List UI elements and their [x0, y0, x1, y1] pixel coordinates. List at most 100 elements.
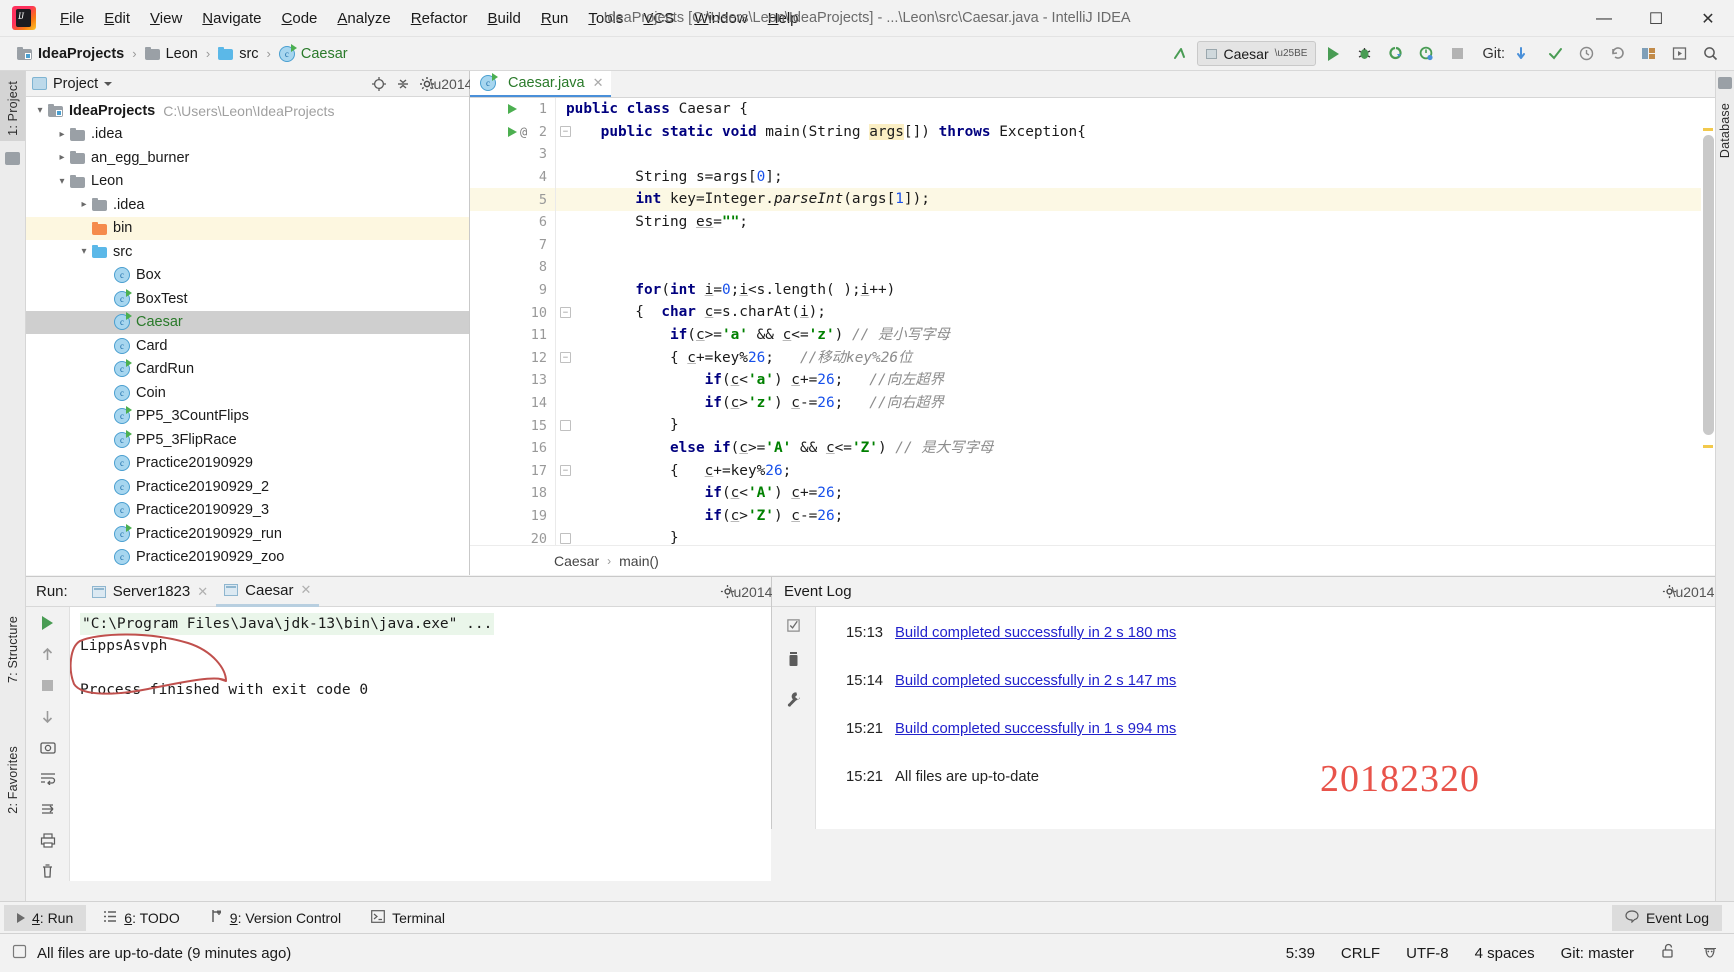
- code-line[interactable]: String es="";: [556, 211, 1715, 234]
- toolwindow-todo[interactable]: 6: TODO: [90, 905, 193, 931]
- tree-item--idea[interactable]: ▸ .idea: [26, 193, 469, 217]
- breadcrumb-item-src[interactable]: src: [213, 44, 263, 64]
- gutter-line[interactable]: 12−: [470, 347, 571, 370]
- down-arrow-icon[interactable]: [35, 706, 61, 726]
- caret-position[interactable]: 5:39: [1286, 945, 1315, 962]
- tree-item-src[interactable]: ▾ src: [26, 240, 469, 264]
- code-line[interactable]: if(c>='a' && c<='z') // 是小写字母: [556, 324, 1715, 347]
- toolwindow-version-control[interactable]: 9: Version Control: [197, 905, 354, 931]
- code-content[interactable]: public class Caesar { public static void…: [556, 98, 1715, 575]
- tree-item-practice20190929-run[interactable]: c Practice20190929_run: [26, 522, 469, 546]
- tree-item-caesar[interactable]: c Caesar: [26, 310, 469, 334]
- tree-item--idea[interactable]: ▸ .idea: [26, 123, 469, 147]
- run-configuration-selector[interactable]: Caesar \u25BE: [1197, 41, 1317, 66]
- chevron-down-icon[interactable]: ▾: [76, 246, 92, 257]
- menu-item-code[interactable]: Code: [272, 6, 328, 31]
- menu-item-vcs[interactable]: VCS: [633, 6, 684, 31]
- stop-button[interactable]: [1443, 41, 1471, 67]
- update-project-button[interactable]: [1510, 41, 1538, 67]
- wrench-icon[interactable]: [781, 689, 807, 709]
- menu-item-navigate[interactable]: Navigate: [192, 6, 271, 31]
- chevron-down-icon[interactable]: ▾: [54, 176, 70, 187]
- file-encoding[interactable]: UTF-8: [1406, 945, 1449, 962]
- gutter-line[interactable]: 8: [470, 256, 555, 279]
- mark-read-icon[interactable]: [781, 615, 807, 635]
- warning-marker[interactable]: [1703, 445, 1713, 448]
- scroll-to-end-icon[interactable]: [35, 799, 61, 819]
- code-line[interactable]: public static void main(String args[]) t…: [556, 121, 1715, 144]
- warning-marker[interactable]: [1703, 128, 1713, 131]
- run-with-coverage-button[interactable]: [1381, 41, 1409, 67]
- tree-item-ideaprojects[interactable]: ▾ IdeaProjects C:\Users\Leon\IdeaProjects: [26, 99, 469, 123]
- menu-item-refactor[interactable]: Refactor: [401, 6, 478, 31]
- chevron-down-icon[interactable]: [104, 81, 113, 86]
- unlocked-icon[interactable]: [1660, 943, 1676, 963]
- menu-item-run[interactable]: Run: [531, 6, 579, 31]
- back-arrow-icon[interactable]: [1166, 41, 1194, 67]
- code-line[interactable]: [556, 256, 1715, 279]
- menu-item-edit[interactable]: Edit: [94, 6, 140, 31]
- menu-item-file[interactable]: File: [50, 6, 94, 31]
- sidebar-item-favorites[interactable]: 2: Favorites: [0, 741, 25, 819]
- code-line[interactable]: for(int i=0;i<s.length( );i++): [556, 279, 1715, 302]
- tree-item-an-egg-burner[interactable]: ▸ an_egg_burner: [26, 146, 469, 170]
- code-line[interactable]: { c+=key%26;: [556, 460, 1715, 483]
- code-editor[interactable]: 1 @2−3 4 5 6 7 8 9 10−11 12−13 14 15 16 17−18 19 20 pub…: [470, 98, 1715, 575]
- gutter-line[interactable]: 7: [470, 234, 555, 257]
- hide-panel-icon[interactable]: \u2014: [730, 581, 773, 603]
- layout-button[interactable]: [1665, 41, 1693, 67]
- run-tab-caesar[interactable]: Caesar ✕: [216, 577, 320, 607]
- soft-wrap-icon[interactable]: [35, 768, 61, 788]
- code-line[interactable]: if(c>'Z') c-=26;: [556, 505, 1715, 528]
- editor-vertical-scrollbar[interactable]: [1703, 135, 1714, 435]
- debug-button[interactable]: [1350, 41, 1378, 67]
- rollback-button[interactable]: [1603, 41, 1631, 67]
- gutter-line[interactable]: 19: [470, 505, 555, 528]
- print-icon[interactable]: [35, 830, 61, 850]
- breadcrumb-class[interactable]: Caesar: [554, 553, 599, 569]
- event-link[interactable]: Build completed successfully in 1 s 994 …: [895, 721, 1176, 737]
- toolwindow-terminal[interactable]: Terminal: [358, 905, 458, 931]
- maximize-button[interactable]: ☐: [1630, 0, 1682, 37]
- settings-button[interactable]: [1634, 41, 1662, 67]
- git-branch[interactable]: Git: master: [1561, 945, 1634, 962]
- menu-item-tools[interactable]: Tools: [578, 6, 633, 31]
- camera-icon[interactable]: [35, 737, 61, 757]
- tree-item-box[interactable]: c Box: [26, 264, 469, 288]
- indent-setting[interactable]: 4 spaces: [1475, 945, 1535, 962]
- menu-item-analyze[interactable]: Analyze: [327, 6, 400, 31]
- profiler-button[interactable]: [1412, 41, 1440, 67]
- close-icon[interactable]: ✕: [593, 75, 604, 91]
- gutter-line[interactable]: 4: [470, 166, 555, 189]
- code-line[interactable]: { c+=key%26; //移动key%26位: [556, 347, 1715, 370]
- run-gutter-icon[interactable]: [508, 126, 517, 137]
- database-stripe-icon[interactable]: [1718, 77, 1732, 89]
- project-tree[interactable]: ▾ IdeaProjects C:\Users\Leon\IdeaProjects ▸…: [26, 97, 469, 575]
- sidebar-item-structure[interactable]: 7: Structure: [0, 611, 25, 688]
- code-line[interactable]: if(c<'A') c+=26;: [556, 482, 1715, 505]
- breadcrumb-method[interactable]: main(): [619, 553, 659, 569]
- menu-item-window[interactable]: Window: [684, 6, 757, 31]
- gutter-line[interactable]: 13: [470, 369, 555, 392]
- tree-item-pp5-3fliprace[interactable]: c PP5_3FlipRace: [26, 428, 469, 452]
- structure-folder-icon[interactable]: [0, 147, 25, 170]
- event-link[interactable]: Build completed successfully in 2 s 180 …: [895, 625, 1176, 641]
- gutter-line[interactable]: 10−: [470, 301, 571, 324]
- tree-item-practice20190929-3[interactable]: c Practice20190929_3: [26, 499, 469, 523]
- inspector-icon[interactable]: [1702, 943, 1718, 963]
- run-button[interactable]: [1319, 41, 1347, 67]
- sidebar-item-project[interactable]: 1: Project: [0, 71, 25, 141]
- code-line[interactable]: else if(c>='A' && c<='Z') // 是大写字母: [556, 437, 1715, 460]
- code-line[interactable]: { char c=s.charAt(i);: [556, 301, 1715, 324]
- close-button[interactable]: ✕: [1682, 0, 1734, 37]
- gutter-line[interactable]: 9: [470, 279, 555, 302]
- tree-item-card[interactable]: c Card: [26, 334, 469, 358]
- tree-item-practice20190929[interactable]: c Practice20190929: [26, 452, 469, 476]
- collapse-all-icon[interactable]: [391, 73, 415, 95]
- tab-caesar-java[interactable]: c Caesar.java ✕: [470, 71, 612, 97]
- line-separator[interactable]: CRLF: [1341, 945, 1380, 962]
- up-arrow-icon[interactable]: [35, 644, 61, 664]
- tree-item-cardrun[interactable]: c CardRun: [26, 358, 469, 382]
- editor-gutter[interactable]: 1 @2−3 4 5 6 7 8 9 10−11 12−13 14 15 16 17−18 19 20: [470, 98, 571, 575]
- tree-item-pp5-3countflips[interactable]: c PP5_3CountFlips: [26, 405, 469, 429]
